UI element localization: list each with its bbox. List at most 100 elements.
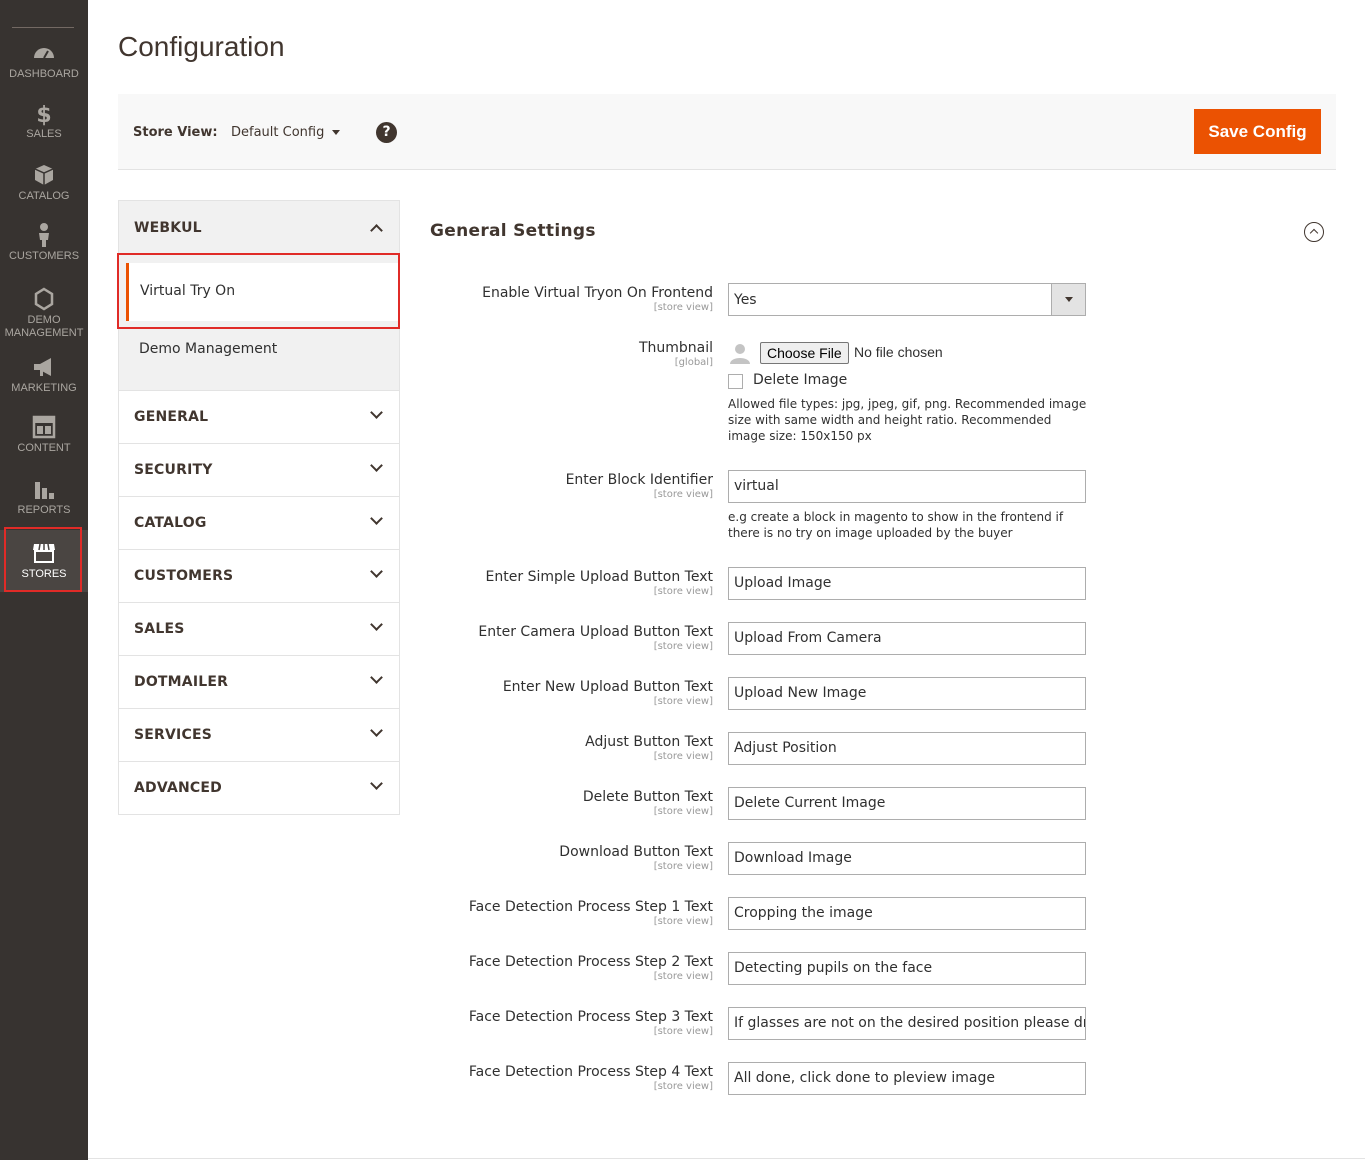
field-label: Face Detection Process Step 2 Text [468, 954, 713, 970]
tab-group-title: SALES [134, 621, 185, 637]
delete-button-text-input[interactable]: Delete Current Image [728, 787, 1086, 820]
tab-group-title: ADVANCED [134, 780, 222, 796]
megaphone-icon [34, 358, 51, 376]
tab-group-webkul: WEBKUL Virtual Try On Demo Management [117, 200, 400, 391]
tab-group-customers[interactable]: CUSTOMERS [118, 550, 400, 603]
footer-divider [88, 1158, 1365, 1159]
tab-group-services[interactable]: SERVICES [118, 709, 400, 762]
tab-group-title: SECURITY [134, 462, 213, 478]
nav-label: MARKETING [11, 382, 77, 394]
select-arrow-icon [1051, 284, 1085, 315]
delete-image-checkbox[interactable] [728, 374, 743, 389]
field-label: Enter Simple Upload Button Text [485, 569, 713, 585]
nav-label: MANAGEMENT [4, 327, 84, 339]
save-config-button[interactable]: Save Config [1194, 109, 1321, 154]
field-label: Face Detection Process Step 3 Text [468, 1009, 713, 1025]
svg-text:$: $ [36, 103, 51, 126]
tab-group-dotmailer[interactable]: DOTMAILER [118, 656, 400, 709]
field-scope: [store view] [653, 971, 713, 982]
nav-label: CATALOG [18, 190, 70, 202]
hexagon-icon [34, 287, 54, 311]
face-step-2-input[interactable]: Detecting pupils on the face [728, 952, 1086, 985]
nav-item-sales[interactable]: $ SALES [0, 100, 88, 162]
person-icon [39, 223, 49, 247]
field-label: Face Detection Process Step 1 Text [468, 899, 713, 915]
delete-image-label[interactable]: Delete Image [753, 372, 847, 388]
config-tabs: WEBKUL Virtual Try On Demo Management GE… [117, 200, 400, 815]
nav-item-marketing[interactable]: MARKETING [0, 354, 88, 416]
field-scope: [store view] [653, 1026, 713, 1037]
block-identifier-input[interactable]: virtual [728, 470, 1086, 503]
tab-group-title: DOTMAILER [134, 674, 229, 690]
section-title[interactable]: General Settings [430, 221, 596, 241]
enable-virtual-tryon-select[interactable]: Yes [728, 283, 1086, 316]
nav-item-demo-management[interactable]: DEMO MANAGEMENT [0, 286, 88, 342]
adjust-button-text-input[interactable]: Adjust Position [728, 732, 1086, 765]
chevron-down-icon [370, 618, 383, 631]
dashboard-icon [34, 48, 54, 59]
field-scope: [store view] [653, 861, 713, 872]
chevron-down-icon [370, 406, 383, 419]
store-icon [33, 543, 55, 563]
nav-item-stores[interactable]: STORES [0, 530, 88, 592]
tab-group-security[interactable]: SECURITY [118, 444, 400, 497]
field-scope: [global] [674, 357, 713, 368]
field-scope: [store view] [653, 302, 713, 313]
box-icon [34, 165, 54, 185]
field-scope: [store view] [653, 1081, 713, 1092]
store-view-label: Store View: [133, 125, 218, 140]
choose-file-button[interactable]: Choose File [760, 342, 849, 364]
block-identifier-note: e.g create a block in magento to show in… [728, 510, 1064, 540]
face-step-1-input[interactable]: Cropping the image [728, 897, 1086, 930]
user-placeholder-icon [730, 344, 750, 364]
nav-label: STORES [21, 568, 67, 580]
new-upload-text-input[interactable]: Upload New Image [728, 677, 1086, 710]
select-value: Yes [734, 292, 757, 308]
field-label: Download Button Text [559, 844, 713, 860]
tab-item-virtual-try-on[interactable]: Virtual Try On [126, 263, 399, 321]
face-step-4-input[interactable]: All done, click done to pleview image [728, 1062, 1086, 1095]
no-file-text: No file chosen [854, 344, 943, 360]
field-label: Delete Button Text [582, 789, 713, 805]
field-label: Enter Block Identifier [565, 472, 713, 488]
tab-group-title[interactable]: WEBKUL [134, 220, 202, 236]
field-scope: [store view] [653, 586, 713, 597]
store-view-switcher[interactable]: Default Config [231, 125, 341, 140]
tab-group-catalog[interactable]: CATALOG [118, 497, 400, 550]
dollar-icon: $ [36, 103, 51, 126]
nav-label: SALES [26, 128, 62, 140]
nav-item-dashboard[interactable]: DASHBOARD [0, 40, 88, 102]
camera-upload-text-input[interactable]: Upload From Camera [728, 622, 1086, 655]
chevron-down-icon [370, 724, 383, 737]
nav-label: DASHBOARD [9, 68, 79, 80]
field-scope: [store view] [653, 489, 713, 500]
tab-item-demo-management[interactable]: Demo Management [139, 341, 277, 357]
chevron-down-icon [370, 565, 383, 578]
collapse-section-icon[interactable] [1304, 222, 1324, 242]
nav-item-customers[interactable]: CUSTOMERS [0, 222, 88, 284]
field-label: Enter New Upload Button Text [502, 679, 713, 695]
field-scope: [store view] [653, 916, 713, 927]
store-view-value: Default Config [231, 125, 325, 140]
tab-group-advanced[interactable]: ADVANCED [118, 762, 400, 815]
download-button-text-input[interactable]: Download Image [728, 842, 1086, 875]
help-icon[interactable]: ? [376, 122, 397, 143]
face-step-3-input[interactable]: If glasses are not on the desired positi… [728, 1007, 1086, 1040]
tab-group-general[interactable]: GENERAL [118, 391, 400, 444]
nav-item-content[interactable]: CONTENT [0, 414, 88, 476]
layout-icon [32, 415, 56, 439]
nav-item-reports[interactable]: REPORTS [0, 476, 88, 538]
nav-label: REPORTS [17, 504, 71, 516]
nav-item-catalog[interactable]: CATALOG [0, 162, 88, 224]
caret-down-icon [332, 130, 341, 135]
nav-divider [12, 27, 74, 28]
field-label: Face Detection Process Step 4 Text [468, 1064, 713, 1080]
chevron-down-icon [370, 777, 383, 790]
chevron-up-icon[interactable] [370, 224, 383, 237]
nav-label: CUSTOMERS [8, 250, 80, 262]
page-actions-bar: Store View: Default Config ? Save Config [118, 94, 1336, 170]
simple-upload-text-input[interactable]: Upload Image [728, 567, 1086, 600]
field-label: Enter Camera Upload Button Text [478, 624, 713, 640]
tab-group-sales[interactable]: SALES [118, 603, 400, 656]
tab-group-title: CATALOG [134, 515, 207, 531]
